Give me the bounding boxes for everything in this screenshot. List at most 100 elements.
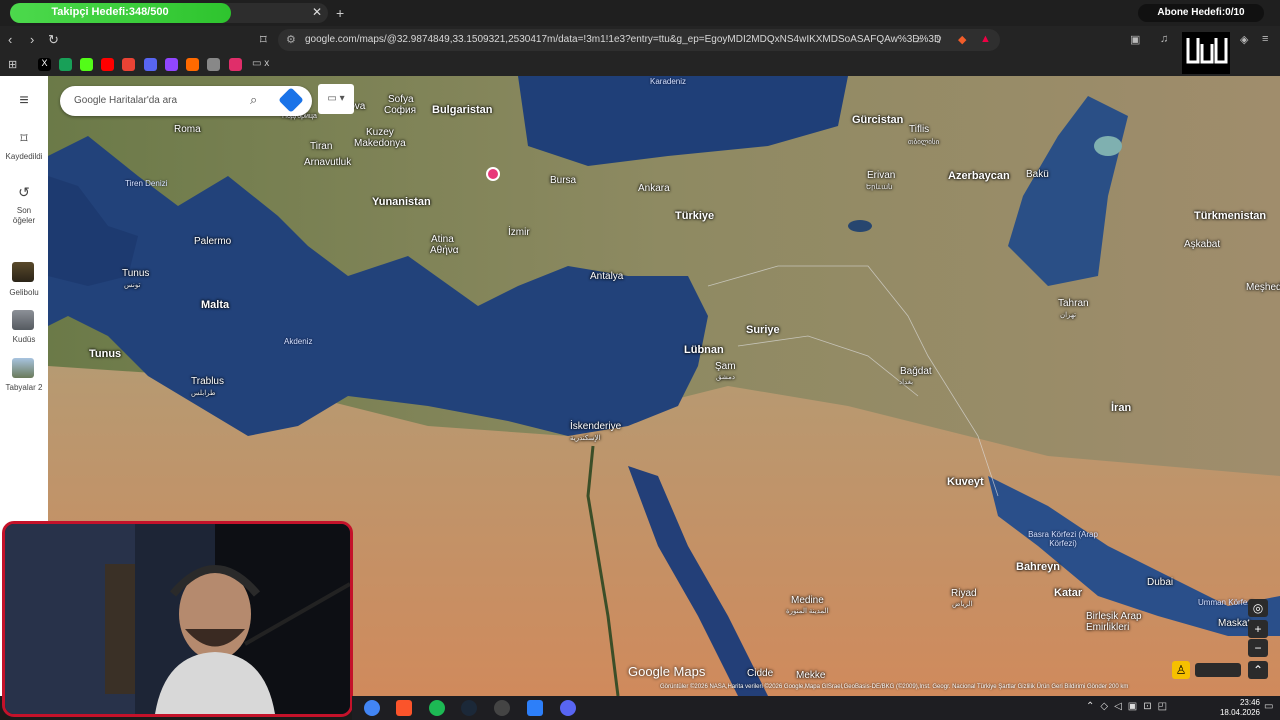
brave-icon[interactable] bbox=[396, 700, 412, 716]
bookmark-pink-icon[interactable] bbox=[229, 58, 242, 71]
rewards-icon[interactable]: ▲ bbox=[980, 33, 991, 45]
label-suriye: Suriye bbox=[746, 324, 780, 336]
system-tray-icons[interactable]: ⌃◇◁▣⊡◰ bbox=[1086, 701, 1173, 712]
streamer-video bbox=[5, 524, 350, 714]
back-icon[interactable]: ‹ bbox=[8, 32, 12, 47]
saved-place-pin-icon[interactable] bbox=[486, 167, 500, 181]
search-icon[interactable]: ⌕ bbox=[250, 92, 257, 108]
saved-label[interactable]: Kaydedildi bbox=[0, 152, 48, 162]
share-icon[interactable]: ⇪ bbox=[934, 33, 943, 46]
history-icon[interactable]: ↺ bbox=[14, 184, 34, 201]
vpn-icon[interactable]: ◈ bbox=[1240, 33, 1248, 46]
search-input[interactable]: Google Haritalar'da ara bbox=[74, 95, 177, 106]
label-kuveyt: Kuveyt bbox=[947, 476, 984, 488]
label-atina-local: Αθήνα bbox=[430, 245, 459, 256]
bookmark-orange-icon[interactable] bbox=[186, 58, 199, 71]
label-antalya: Antalya bbox=[590, 271, 624, 282]
kick-icon[interactable] bbox=[80, 58, 93, 71]
brave-shield-icon[interactable]: ◆ bbox=[958, 33, 966, 46]
label-ankara: Ankara bbox=[638, 183, 670, 194]
label-birlesik: Birleşik Arap Emirlikleri bbox=[1086, 611, 1142, 633]
bookmark-green-icon[interactable] bbox=[59, 58, 72, 71]
label-malta: Malta bbox=[201, 299, 230, 311]
pegman-icon[interactable]: ♙ bbox=[1172, 661, 1190, 679]
label-maskat: Maskat bbox=[1218, 618, 1251, 629]
screen-icon[interactable]: ▭ bbox=[912, 33, 922, 46]
music-icon[interactable]: ♫ bbox=[1160, 33, 1168, 45]
obs-icon[interactable] bbox=[494, 700, 510, 716]
label-sofya-local: София bbox=[384, 105, 417, 116]
label-atina: Atina bbox=[431, 234, 454, 245]
label-trablus: Trablus bbox=[191, 376, 224, 387]
chrome-icon[interactable] bbox=[364, 700, 380, 716]
label-medine-local: المدينة المنورة bbox=[786, 608, 829, 615]
twitch-icon[interactable] bbox=[165, 58, 178, 71]
label-gurcistan: Gürcistan bbox=[852, 114, 904, 126]
apps-icon[interactable]: ⊞ bbox=[8, 58, 21, 71]
hamburger-menu-icon[interactable]: ≡ bbox=[14, 92, 34, 110]
close-tab-icon[interactable]: ✕ bbox=[312, 5, 322, 19]
place-tabyalar[interactable]: Tabyalar 2 bbox=[4, 383, 44, 393]
label-bahreyn: Bahreyn bbox=[1016, 561, 1061, 573]
input-tools-button[interactable]: ▭ ▾ bbox=[318, 84, 354, 114]
my-location-icon[interactable]: ◎ bbox=[1248, 599, 1268, 617]
saved-icon[interactable]: ⌑ bbox=[14, 130, 34, 147]
site-info-icon[interactable]: ⚙ bbox=[286, 33, 296, 46]
label-bulgaristan: Bulgaristan bbox=[432, 104, 493, 116]
search-box[interactable]: Google Haritalar'da ara ⌕ bbox=[60, 86, 312, 116]
label-medine: Medine bbox=[791, 595, 824, 606]
label-iran: İran bbox=[1111, 402, 1132, 414]
gmail-icon[interactable] bbox=[122, 58, 135, 71]
label-erivan-local: Երևան bbox=[866, 184, 893, 191]
navigation-bar: ‹ › ↻ ⌑ ⚙ google.com/maps/@32.9874849,33… bbox=[0, 26, 1280, 54]
label-yunanistan: Yunanistan bbox=[372, 196, 431, 208]
url-text: google.com/maps/@32.9874849,33.1509321,2… bbox=[305, 34, 942, 45]
bookmark-icon[interactable]: ⌑ bbox=[260, 32, 267, 48]
zoom-in-button[interactable]: + bbox=[1248, 620, 1268, 638]
place-kudus[interactable]: Kudüs bbox=[0, 335, 48, 345]
label-bagdat: Bağdat bbox=[900, 366, 932, 377]
label-roma: Roma bbox=[174, 124, 201, 135]
channel-logo-icon bbox=[1182, 32, 1230, 74]
label-iskenderiye-local: الإسكندرية bbox=[570, 435, 601, 442]
address-bar[interactable]: ⚙ google.com/maps/@32.9874849,33.1509321… bbox=[278, 29, 1000, 51]
x-icon[interactable]: X bbox=[38, 58, 51, 71]
tabyalar-thumbnail[interactable] bbox=[12, 358, 34, 378]
label-dubai: Dubai bbox=[1147, 577, 1174, 588]
files-icon[interactable] bbox=[527, 700, 543, 716]
browser-tab[interactable]: Takipçi Hedefi:348/500 ✕ bbox=[10, 3, 328, 23]
discord-icon[interactable] bbox=[144, 58, 157, 71]
label-izmir: İzmir bbox=[508, 227, 530, 238]
recent-label[interactable]: Son öğeler bbox=[8, 206, 40, 226]
forward-icon[interactable]: › bbox=[30, 32, 34, 47]
layers-thumbnails[interactable] bbox=[1195, 663, 1241, 677]
zoom-out-button[interactable]: − bbox=[1248, 639, 1268, 657]
gelibolu-thumbnail[interactable] bbox=[12, 262, 34, 282]
new-tab-icon[interactable]: + bbox=[336, 5, 344, 21]
webcam-overlay bbox=[2, 521, 353, 717]
tab-title: Takipçi Hedefi:348/500 bbox=[51, 6, 169, 18]
label-akdeniz: Akdeniz bbox=[284, 337, 313, 346]
bookmark-gray-icon[interactable] bbox=[207, 58, 220, 71]
label-cidde: Cidde bbox=[747, 668, 774, 679]
youtube-icon[interactable] bbox=[101, 58, 114, 71]
place-gelibolu[interactable]: Gelibolu bbox=[0, 288, 48, 298]
kudus-thumbnail[interactable] bbox=[12, 310, 34, 330]
label-turkiye: Türkiye bbox=[675, 210, 715, 222]
label-trablus-local: طرابلس bbox=[191, 390, 216, 397]
menu-icon[interactable]: ≡ bbox=[1262, 33, 1268, 45]
label-mekke: Mekke bbox=[796, 670, 826, 681]
label-arnavutluk: Arnavutluk bbox=[304, 157, 352, 168]
sidebar-toggle-icon[interactable]: ▣ bbox=[1130, 33, 1140, 46]
reload-icon[interactable]: ↻ bbox=[48, 32, 59, 48]
directions-icon[interactable] bbox=[278, 87, 304, 113]
label-tahran-local: تهران bbox=[1060, 312, 1077, 319]
discord-taskbar-icon[interactable] bbox=[560, 700, 576, 716]
notification-icon[interactable]: ▭ bbox=[1264, 701, 1273, 712]
bookmark-folder[interactable]: ▭ x bbox=[252, 58, 282, 71]
label-azerbaycan: Azerbaycan bbox=[948, 170, 1010, 182]
spotify-icon[interactable] bbox=[429, 700, 445, 716]
expand-icon[interactable]: ⌃ bbox=[1248, 661, 1268, 679]
label-basra: Basra Körfezi (Arap Körfezi) bbox=[1028, 530, 1098, 548]
steam-icon[interactable] bbox=[461, 700, 477, 716]
